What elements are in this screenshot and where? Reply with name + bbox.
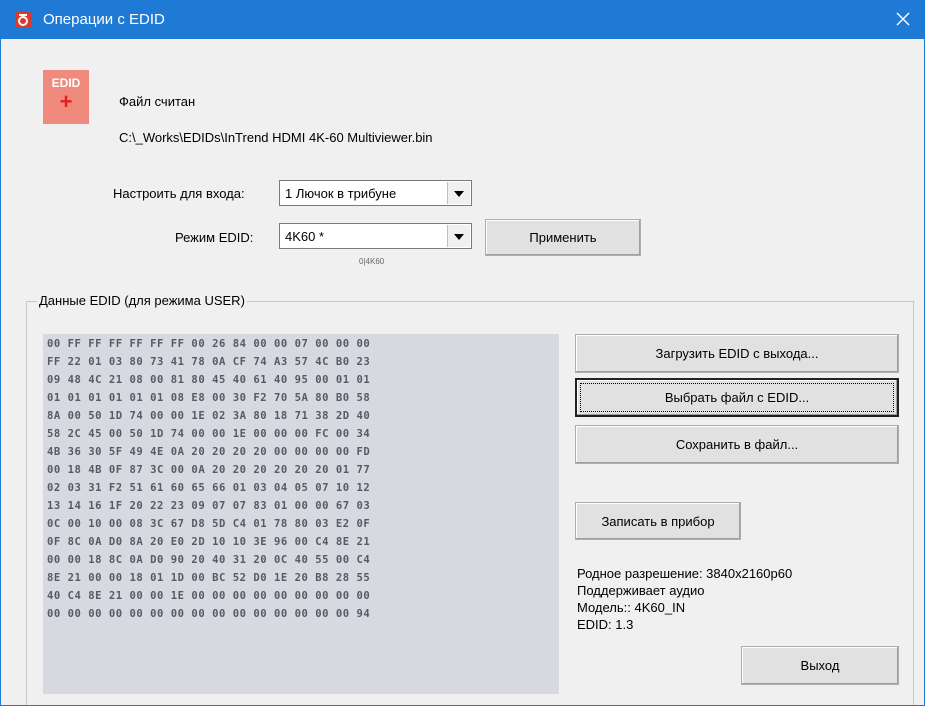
hex-row: 09 48 4C 21 08 00 81 80 45 40 61 40 95 0… [47,374,371,386]
apply-button[interactable]: Применить [485,219,641,256]
close-button[interactable] [882,1,924,39]
edid-version: EDID: 1.3 [577,617,634,632]
edid-operations-window: Операции с EDID EDID + Файл считан C:\_W… [0,0,925,706]
chevron-down-icon [454,234,464,240]
mode-select-value: 4K60 * [285,229,325,244]
hex-row: FF 22 01 03 80 73 41 78 0A CF 74 A3 57 4… [47,356,371,368]
mode-hint: 0|4K60 [359,257,385,266]
mode-select[interactable]: 4K60 * [279,223,472,249]
hex-row: 8E 21 00 00 18 01 1D 00 BC 52 D0 1E 20 B… [47,572,371,584]
close-icon [896,12,910,29]
hex-row: 00 FF FF FF FF FF FF 00 26 84 00 00 07 0… [47,338,371,350]
hex-row: 01 01 01 01 01 01 08 E8 00 30 F2 70 5A 8… [47,392,371,404]
hex-row: 00 00 18 8C 0A D0 90 20 40 31 20 0C 40 5… [47,554,371,566]
hex-row: 13 14 16 1F 20 22 23 09 07 07 83 01 00 0… [47,500,371,512]
hex-row: 40 C4 8E 21 00 00 1E 00 00 00 00 00 00 0… [47,590,371,602]
mode-select-dropdown[interactable] [447,225,470,247]
edid-logo-text: EDID [51,76,81,90]
hex-row: 8A 00 50 1D 74 00 00 1E 02 3A 80 18 71 3… [47,410,371,422]
hex-row: 00 18 4B 0F 87 3C 00 0A 20 20 20 20 20 2… [47,464,371,476]
hex-row: 02 03 31 F2 51 61 60 65 66 01 03 04 05 0… [47,482,371,494]
window-title: Операции с EDID [43,11,165,28]
hex-row: 4B 36 30 5F 49 4E 0A 20 20 20 20 00 00 0… [47,446,371,458]
hex-row: 0F 8C 0A D0 8A 20 E0 2D 10 10 3E 96 00 C… [47,536,371,548]
choose-edid-file-button[interactable]: Выбрать файл с EDID... [575,378,899,417]
plus-icon: + [59,89,73,114]
hex-row: 58 2C 45 00 50 1D 74 00 00 1E 00 00 00 F… [47,428,371,440]
input-select[interactable]: 1 Лючок в трибуне [279,180,472,206]
edid-data-group-title: Данные EDID (для режима USER) [37,293,247,308]
load-edid-from-output-button[interactable]: Загрузить EDID с выхода... [575,334,899,373]
edid-logo: EDID + [43,70,89,124]
model-name: Модель:: 4K60_IN [577,600,686,615]
app-icon [15,12,31,28]
save-to-file-button[interactable]: Сохранить в файл... [575,425,899,464]
input-select-label: Настроить для входа: [113,186,245,201]
focus-ring [580,383,894,412]
exit-button[interactable]: Выход [741,646,899,685]
write-to-device-button[interactable]: Записать в прибор [575,502,741,540]
input-select-value: 1 Лючок в трибуне [285,186,397,201]
mode-select-label: Режим EDID: [175,230,254,245]
audio-support: Поддерживает аудио [577,583,705,598]
status-text: Файл считан [119,94,196,109]
hex-row: 0C 00 10 00 08 3C 67 D8 5D C4 01 78 80 0… [47,518,371,530]
hex-row: 00 00 00 00 00 00 00 00 00 00 00 00 00 0… [47,608,371,620]
chevron-down-icon [454,191,464,197]
input-select-dropdown[interactable] [447,182,470,204]
native-resolution: Родное разрешение: 3840x2160p60 [577,566,793,581]
file-path: C:\_Works\EDIDs\InTrend HDMI 4K-60 Multi… [119,130,433,145]
title-bar[interactable]: Операции с EDID [1,1,924,39]
edid-hex-view[interactable]: 00 FF FF FF FF FF FF 00 26 84 00 00 07 0… [43,334,559,694]
